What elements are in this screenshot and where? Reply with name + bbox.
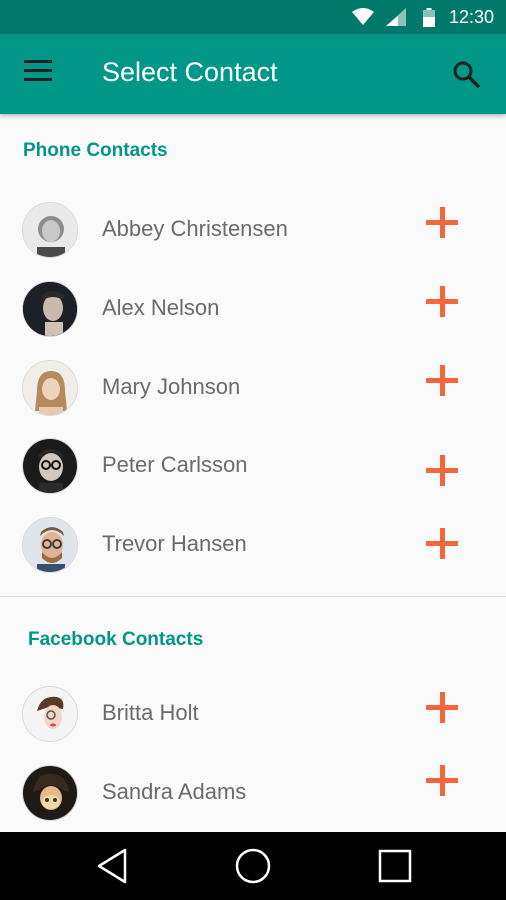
add-icon[interactable] — [424, 762, 460, 798]
avatar — [22, 517, 78, 573]
wifi-icon — [352, 8, 374, 25]
contact-name: Britta Holt — [102, 700, 199, 725]
navigation-bar — [0, 832, 506, 900]
contact-row[interactable]: Abbey Christensen — [0, 202, 506, 262]
contact-row[interactable]: Alex Nelson — [0, 281, 506, 341]
avatar — [22, 281, 78, 337]
status-bar: 12:30 — [0, 0, 506, 34]
section-divider — [0, 596, 506, 597]
contact-row[interactable]: Mary Johnson — [0, 360, 506, 420]
avatar — [22, 686, 78, 742]
contact-name: Alex Nelson — [102, 295, 220, 320]
contact-name: Mary Johnson — [102, 374, 241, 399]
recents-icon[interactable] — [375, 846, 415, 886]
avatar — [22, 360, 78, 416]
add-icon[interactable] — [424, 283, 460, 319]
add-icon[interactable] — [424, 204, 460, 240]
contact-name: Peter Carlsson — [102, 452, 248, 477]
contact-name: Trevor Hansen — [102, 531, 247, 556]
contact-row[interactable]: Sandra Adams — [0, 765, 506, 825]
menu-icon[interactable] — [24, 60, 54, 88]
app-bar: Select Contact — [0, 34, 506, 114]
page-title: Select Contact — [102, 57, 278, 87]
contact-name: Sandra Adams — [102, 779, 247, 804]
home-icon[interactable] — [233, 846, 273, 886]
contact-row[interactable]: Britta Holt — [0, 686, 506, 746]
search-icon[interactable] — [452, 60, 480, 88]
section-header-facebook-contacts: Facebook Contacts — [28, 629, 204, 650]
avatar — [22, 765, 78, 821]
contact-row[interactable]: Peter Carlsson — [0, 438, 506, 498]
battery-icon — [423, 8, 435, 27]
add-icon[interactable] — [424, 689, 460, 725]
back-icon[interactable] — [93, 846, 133, 886]
add-icon[interactable] — [424, 362, 460, 398]
add-icon[interactable] — [424, 452, 460, 488]
contact-row[interactable]: Trevor Hansen — [0, 517, 506, 577]
contact-name: Abbey Christensen — [102, 216, 288, 241]
section-header-phone-contacts: Phone Contacts — [23, 140, 168, 161]
avatar — [22, 202, 78, 258]
add-icon[interactable] — [424, 525, 460, 561]
avatar — [22, 438, 78, 494]
status-time: 12:30 — [448, 7, 494, 27]
cell-signal-icon — [386, 8, 406, 26]
